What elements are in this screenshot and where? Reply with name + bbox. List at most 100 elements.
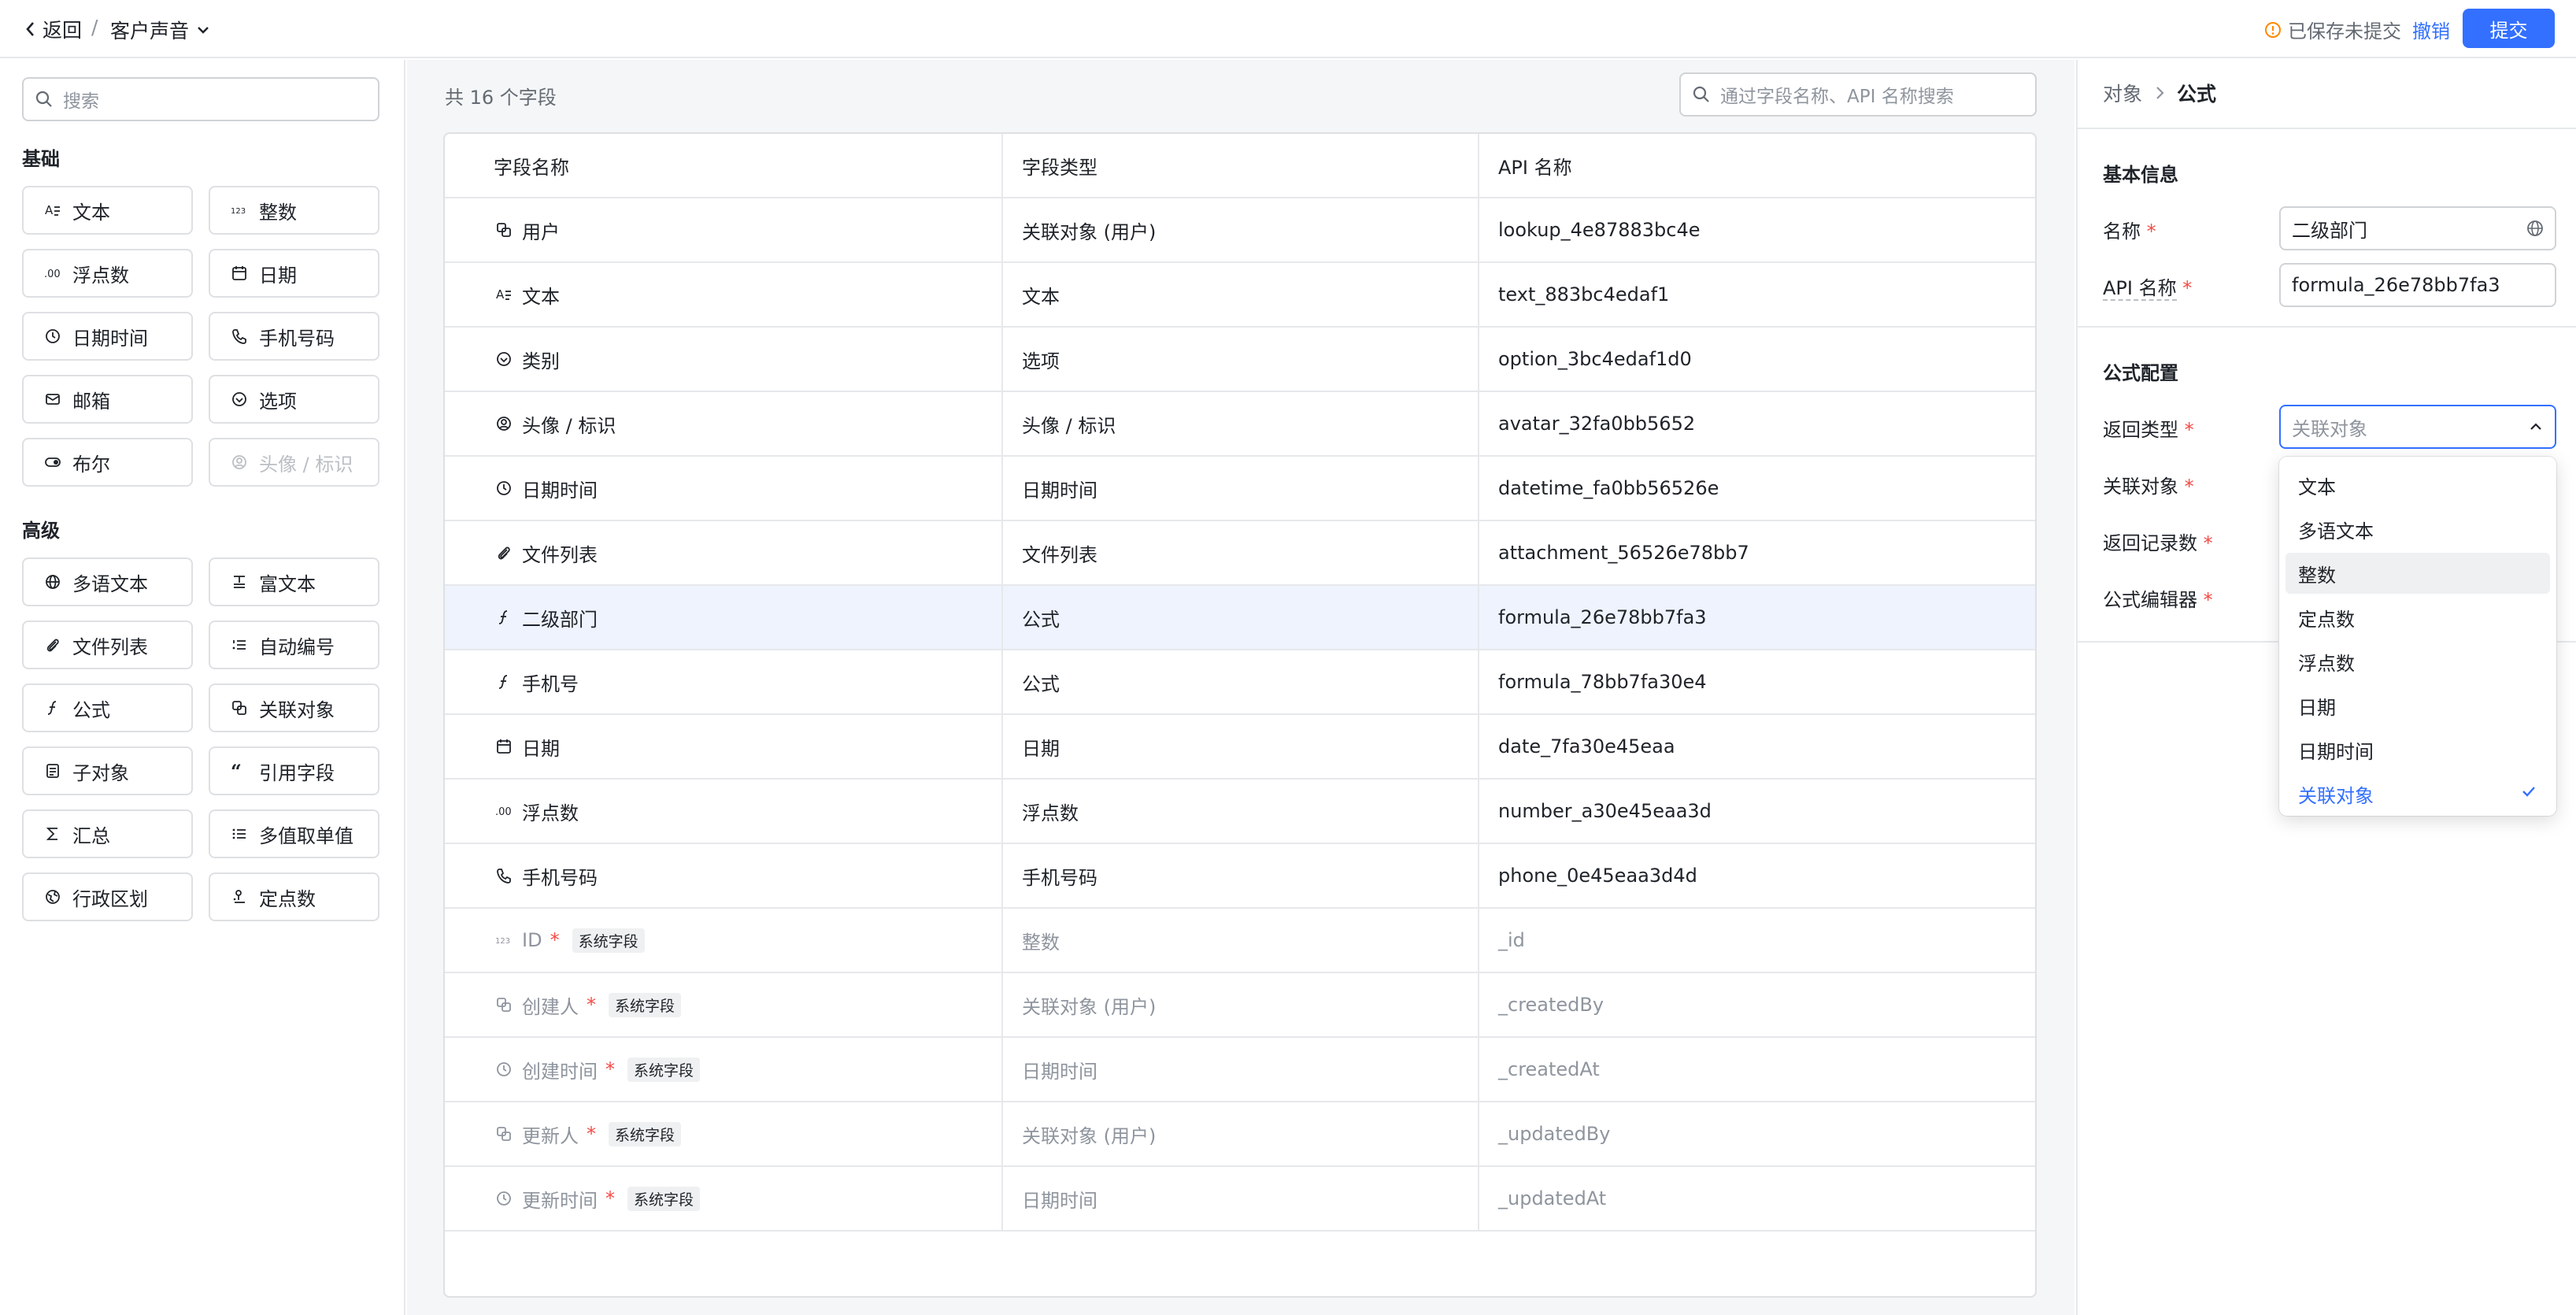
field-name: 日期 xyxy=(522,737,560,760)
field-type-cell: 公式 xyxy=(1003,650,1479,713)
table-row[interactable]: 文件列表 文件列表 attachment_56526e78bb7 xyxy=(445,521,2035,586)
api-name-cell: attachment_56526e78bb7 xyxy=(1498,542,1749,564)
field-name: 创建时间 xyxy=(522,1060,598,1083)
quote-icon: “ xyxy=(229,762,250,780)
field-count: 共 16 个字段 xyxy=(445,87,557,109)
field-type-tile[interactable]: 日期 xyxy=(209,249,379,298)
table-row[interactable]: 创建时间 * 系统字段 日期时间 _createdAt xyxy=(445,1038,2035,1102)
api-name-cell: lookup_4e87883bc4e xyxy=(1498,219,1701,241)
svg-text:123: 123 xyxy=(231,207,246,216)
field-type-tile[interactable]: 行政区划 xyxy=(22,872,193,921)
return-type-select[interactable]: 关联对象 xyxy=(2279,405,2556,449)
decimal-icon xyxy=(229,888,250,906)
system-field-badge: 系统字段 xyxy=(572,928,645,953)
name-input[interactable]: 二级部门 xyxy=(2279,206,2556,250)
clock-icon xyxy=(494,1061,514,1078)
chevron-left-icon xyxy=(26,22,34,36)
field-type-tile[interactable]: A 文本 xyxy=(22,186,193,235)
field-type-tile[interactable]: 汇总 xyxy=(22,809,193,858)
field-type-tile[interactable]: 文件列表 xyxy=(22,620,193,669)
undo-button[interactable]: 撤销 xyxy=(2412,16,2450,43)
sidebar-search-input[interactable]: 搜索 xyxy=(22,77,379,121)
field-type-tile[interactable]: 多值取单值 xyxy=(209,809,379,858)
field-type-label: 整数 xyxy=(259,201,297,224)
option-icon xyxy=(229,391,250,408)
basic-group-title: 基础 xyxy=(22,148,60,170)
field-type-tile[interactable]: 布尔 xyxy=(22,438,193,487)
table-row[interactable]: A 文本 文本 text_883bc4edaf1 xyxy=(445,263,2035,328)
dropdown-option[interactable]: 日期 xyxy=(2285,685,2550,726)
dropdown-option[interactable]: 浮点数 xyxy=(2285,641,2550,682)
field-type-tile[interactable]: 富文本 xyxy=(209,557,379,606)
field-type-tile[interactable]: 定点数 xyxy=(209,872,379,921)
table-row[interactable]: 创建人 * 系统字段 关联对象 (用户) _createdBy xyxy=(445,973,2035,1038)
table-row[interactable]: 类别 选项 option_3bc4edaf1d0 xyxy=(445,328,2035,392)
field-name-cell: 手机号 xyxy=(445,650,1003,713)
dropdown-option[interactable]: 日期时间 xyxy=(2285,729,2550,770)
api-name-cell: formula_78bb7fa30e4 xyxy=(1498,671,1707,693)
table-row[interactable]: 更新人 * 系统字段 关联对象 (用户) _updatedBy xyxy=(445,1102,2035,1167)
table-row[interactable]: 123 ID * 系统字段 整数 _id xyxy=(445,909,2035,973)
required-mark: * xyxy=(550,929,560,951)
api-name-cell: text_883bc4edaf1 xyxy=(1498,283,1670,306)
breadcrumb-parent[interactable]: 对象 xyxy=(2103,79,2142,107)
dropdown-option[interactable]: 定点数 xyxy=(2285,597,2550,638)
field-type-tile[interactable]: 123 整数 xyxy=(209,186,379,235)
field-type-label: 文本 xyxy=(72,201,110,224)
field-type-cell: 关联对象 (用户) xyxy=(1003,198,1479,261)
clock-icon xyxy=(494,1190,514,1207)
field-type-tile[interactable]: 关联对象 xyxy=(209,683,379,732)
table-row[interactable]: 更新时间 * 系统字段 日期时间 _updatedAt xyxy=(445,1167,2035,1232)
dropdown-option[interactable]: 关联对象 xyxy=(2285,773,2550,814)
float-icon: .00 xyxy=(494,802,514,820)
api-name-cell: date_7fa30e45eaa xyxy=(1498,735,1675,758)
advanced-group-title: 高级 xyxy=(22,520,60,542)
table-row[interactable]: .00 浮点数 浮点数 number_a30e45eaa3d xyxy=(445,780,2035,844)
globe-icon[interactable] xyxy=(2526,220,2544,237)
field-type-cell: 文本 xyxy=(1003,263,1479,326)
table-row[interactable]: 日期 日期 date_7fa30e45eaa xyxy=(445,715,2035,780)
table-row[interactable]: 日期时间 日期时间 datetime_fa0bb56526e xyxy=(445,457,2035,521)
svg-text:123: 123 xyxy=(495,937,510,946)
field-type-label: 多值取单值 xyxy=(259,824,353,847)
table-row[interactable]: 二级部门 公式 formula_26e78bb7fa3 xyxy=(445,586,2035,650)
system-field-badge: 系统字段 xyxy=(627,1186,701,1211)
field-type-tile[interactable]: 邮箱 xyxy=(22,375,193,424)
dropdown-option[interactable]: 多语文本 xyxy=(2285,509,2550,550)
field-name-cell: 更新时间 * 系统字段 xyxy=(445,1167,1003,1230)
table-row[interactable]: 手机号 公式 formula_78bb7fa30e4 xyxy=(445,650,2035,715)
field-type-tile[interactable]: .00 浮点数 xyxy=(22,249,193,298)
field-type-tile[interactable]: 日期时间 xyxy=(22,312,193,361)
table-row[interactable]: 头像 / 标识 头像 / 标识 avatar_32fa0bb5652 xyxy=(445,392,2035,457)
field-name: 文件列表 xyxy=(522,543,598,566)
field-type-cell: 关联对象 (用户) xyxy=(1003,973,1479,1036)
api-name-input[interactable]: formula_26e78bb7fa3 xyxy=(2279,263,2556,307)
field-type-label: 文件列表 xyxy=(72,635,148,658)
field-type-tile[interactable]: 子对象 xyxy=(22,746,193,795)
field-type-label: 子对象 xyxy=(72,761,129,784)
field-search-input[interactable]: 通过字段名称、API 名称搜索 xyxy=(1679,72,2037,117)
table-row[interactable]: 用户 关联对象 (用户) lookup_4e87883bc4e xyxy=(445,198,2035,263)
field-type-tile[interactable]: “ 引用字段 xyxy=(209,746,379,795)
field-table: 字段名称 字段类型 API 名称 用户 关联对象 (用户) lookup_4e878… xyxy=(443,132,2037,1298)
back-button[interactable]: 返回 xyxy=(24,16,82,43)
dropdown-option[interactable]: 文本 xyxy=(2285,465,2550,506)
clock-icon xyxy=(43,328,63,345)
field-type-tile[interactable]: 手机号码 xyxy=(209,312,379,361)
dropdown-option-label: 关联对象 xyxy=(2298,784,2374,807)
submit-button[interactable]: 提交 xyxy=(2463,9,2555,48)
field-type-label: 自动编号 xyxy=(259,635,335,658)
region-icon xyxy=(43,888,63,906)
app-switcher[interactable]: 客户声音 xyxy=(110,16,211,44)
field-type-tile[interactable]: 自动编号 xyxy=(209,620,379,669)
field-name: 浮点数 xyxy=(522,802,579,824)
field-type-tile[interactable]: 公式 xyxy=(22,683,193,732)
dropdown-option[interactable]: 整数 xyxy=(2285,553,2550,594)
field-type-tile[interactable]: 多语文本 xyxy=(22,557,193,606)
field-name: 头像 / 标识 xyxy=(522,414,616,437)
option-icon xyxy=(494,350,514,368)
table-row[interactable]: 手机号码 手机号码 phone_0e45eaa3d4d xyxy=(445,844,2035,909)
field-type-tile[interactable]: 选项 xyxy=(209,375,379,424)
field-type-label: 行政区划 xyxy=(72,887,148,910)
system-field-badge: 系统字段 xyxy=(609,992,682,1017)
